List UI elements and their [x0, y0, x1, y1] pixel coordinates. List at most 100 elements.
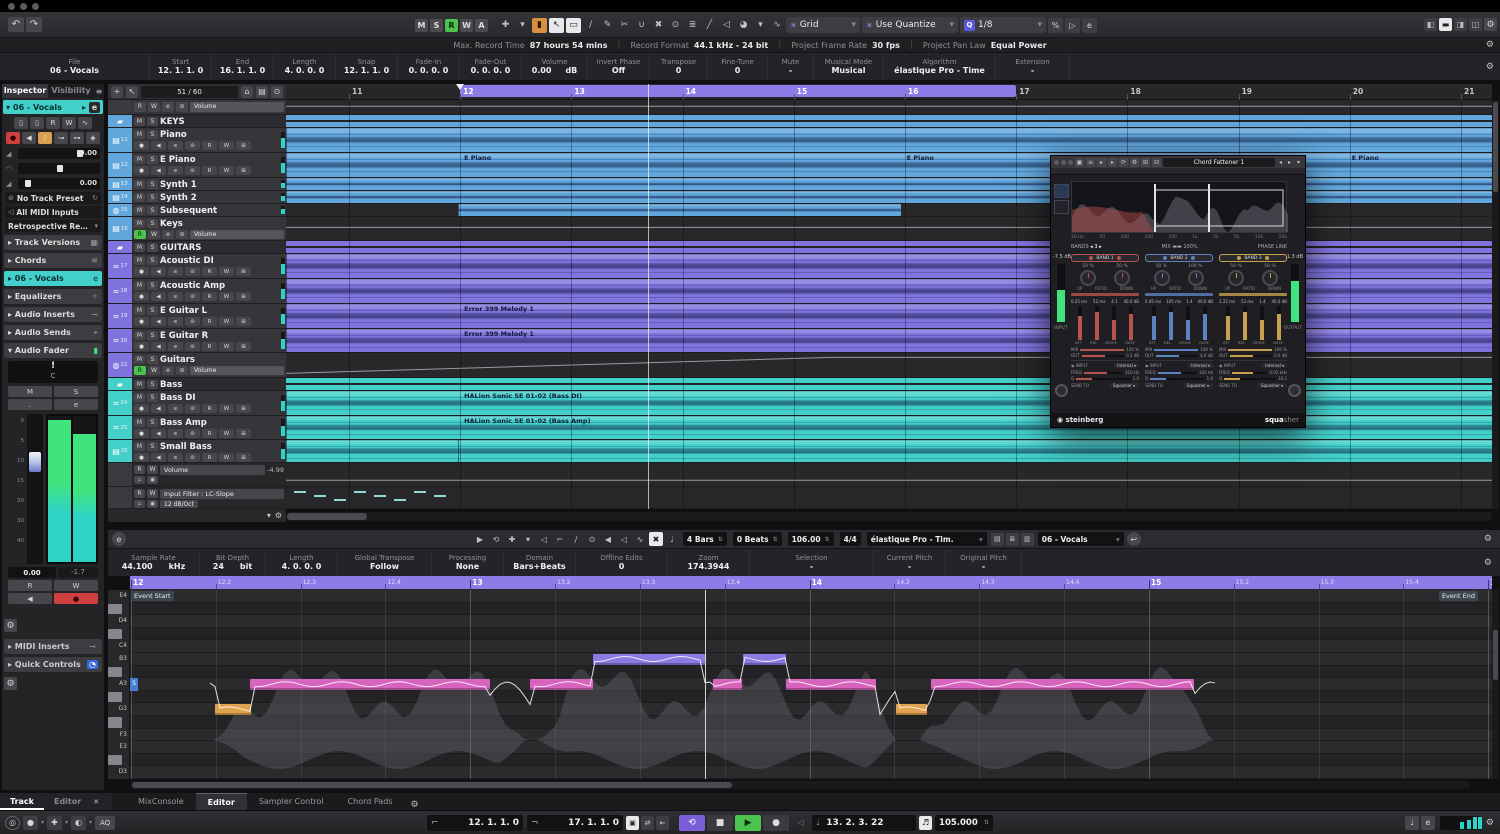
track-control-button[interactable]: ▯	[30, 117, 44, 129]
metronome-toggle[interactable]: ♩	[1404, 815, 1419, 830]
comp-tool[interactable]: ≣	[685, 18, 700, 33]
variaudio-segment[interactable]	[530, 678, 594, 691]
track-select-tool[interactable]: ↖	[126, 85, 138, 98]
find-track-button[interactable]: ⊙	[271, 85, 283, 98]
band-slider[interactable]	[1276, 306, 1281, 340]
mute-button[interactable]: M	[134, 355, 145, 364]
info-field-fine-tune[interactable]: Fine-Tune 0	[708, 53, 768, 80]
track-control-button[interactable]: e	[168, 166, 183, 175]
track-control-button[interactable]: ⊶	[70, 132, 84, 144]
track-control-button[interactable]: ⊞	[236, 317, 251, 326]
solo-button[interactable]: S	[147, 331, 158, 340]
mute-button[interactable]: M	[134, 219, 145, 228]
lz-info-domain[interactable]: Domain Bars+Beats	[504, 549, 576, 576]
track-control-button[interactable]: R	[202, 429, 217, 438]
retrospective-recording-field[interactable]: Retrospective Recording▾	[5, 220, 101, 232]
track-control-button[interactable]: ⊘	[185, 141, 200, 150]
hscroll-handle[interactable]	[287, 513, 367, 520]
track-control-button[interactable]: ◀	[151, 141, 166, 150]
playhead-position-field[interactable]: ♩ 13. 2. 3. 22	[812, 814, 917, 831]
lower-zone-tab-mixconsole[interactable]: MixConsole	[126, 793, 196, 810]
band-header[interactable]: BAND 3	[1219, 254, 1287, 262]
track-control-button[interactable]: R	[202, 317, 217, 326]
track-control-button[interactable]: e	[168, 404, 183, 413]
plugin-toolbar-icon[interactable]: ⟳	[1119, 157, 1128, 167]
vscroll-handle[interactable]	[1493, 102, 1498, 192]
mute-button[interactable]: M	[134, 130, 145, 139]
track-row-acoustic-di[interactable]: ≈17 M S Acoustic DI ● ◀ e ⊘ R W ⊞	[108, 254, 286, 279]
scrub-tool[interactable]: ◀	[601, 532, 615, 546]
solo-button[interactable]: S	[147, 442, 158, 451]
solo-button[interactable]: S	[147, 306, 158, 315]
editor-vscrollbar[interactable]	[1492, 590, 1499, 779]
track-control-button[interactable]: ⊞	[236, 404, 251, 413]
editor-edit-button[interactable]: e	[112, 532, 126, 546]
automation-parameter-field[interactable]: Input Filter : LC-Slope	[160, 488, 284, 499]
editor-field-1[interactable]: 0 Beats ⇅	[732, 532, 782, 546]
glue-tool[interactable]: ∪	[634, 18, 649, 33]
group-control-button[interactable]: ⊘	[176, 230, 188, 239]
cycle-button[interactable]: ⟲	[679, 814, 706, 831]
group-control-button[interactable]: W	[148, 230, 160, 239]
track-control-button[interactable]: ◀	[151, 429, 166, 438]
track-control-button[interactable]: e	[168, 141, 183, 150]
track-row-piano[interactable]: ▤ 11 M S Piano ● ◀ e ⊘ R W ⊞	[108, 128, 286, 153]
mute-button[interactable]: M	[134, 306, 145, 315]
track-control-button[interactable]: ◀	[151, 404, 166, 413]
track-view-button[interactable]: ▤	[256, 85, 268, 98]
automation-curve[interactable]	[286, 217, 1492, 240]
write-automation-button[interactable]: W	[54, 580, 98, 591]
band-slider[interactable]	[1128, 306, 1133, 340]
add-track-button[interactable]: +	[111, 85, 123, 98]
midi-note[interactable]	[294, 491, 306, 493]
zoom-tool[interactable]: ⊙	[585, 532, 599, 546]
automation-a-button[interactable]: A	[475, 18, 488, 32]
info-gear-icon[interactable]: ⚙	[1486, 62, 1494, 72]
inspector-section-audio-inserts[interactable]: ▸ Audio Inserts ⊸	[4, 307, 102, 322]
variaudio-segment[interactable]	[593, 653, 705, 666]
solo-button[interactable]: S	[147, 418, 158, 427]
solo-button[interactable]: S	[147, 193, 158, 202]
preset-next-icon[interactable]: ▸	[1286, 159, 1293, 166]
inspector-section-equalizers[interactable]: ▸ Equalizers ✧	[4, 289, 102, 304]
info-field-musical-mode[interactable]: Musical Mode Musical	[814, 53, 884, 80]
loop-audition[interactable]: ⟲	[489, 532, 503, 546]
inspector-track-header[interactable]: ▾ 06 - Vocals ▸ e	[3, 100, 103, 114]
track-control-button[interactable]: R	[202, 404, 217, 413]
automation-s-button[interactable]: S	[430, 18, 443, 32]
volume-slider[interactable]: 0.00	[18, 148, 100, 159]
snap-off[interactable]: ✖	[649, 532, 663, 546]
delay-slider[interactable]: 0.00	[18, 178, 100, 189]
independent-loop-button[interactable]: ↩	[1126, 532, 1141, 546]
editor-field-2[interactable]: 106.00 ⇅	[787, 532, 834, 546]
plugin-toolbar-icon[interactable]: ⊞	[1141, 157, 1150, 167]
editor-field-3[interactable]: 4/4	[839, 532, 861, 546]
up-knob[interactable]	[1080, 270, 1096, 286]
lz-info-current-pitch[interactable]: Current Pitch -	[874, 549, 946, 576]
spectrum-display[interactable]	[1071, 181, 1288, 233]
band-header[interactable]: BAND 1	[1071, 254, 1139, 262]
left-locator-field[interactable]: ⌐ 12. 1. 1. 0	[427, 814, 524, 831]
curve-tool[interactable]: ╱	[702, 18, 717, 33]
sc-input-select[interactable]: Internal ▾	[1262, 363, 1287, 368]
variaudio-segment[interactable]	[896, 703, 928, 716]
track-control-button[interactable]: ●	[134, 404, 149, 413]
track-row-guitars[interactable]: ◍ 22 M S Guitars R We ⊘ Volume	[108, 353, 286, 378]
plugin-toolbar-icon[interactable]: ▸	[1097, 157, 1106, 167]
audition-tool[interactable]: ◁	[719, 18, 734, 33]
auto-scroll[interactable]: ✚	[498, 18, 513, 33]
channel-fader[interactable]	[27, 414, 43, 564]
track-settings-gear-icon[interactable]: ⚙	[275, 511, 282, 520]
trim-tool[interactable]: ⌐	[553, 532, 567, 546]
quantize-edit[interactable]: e	[1082, 17, 1097, 33]
timeline-ruler[interactable]: 11 12 13 14 15 16 17 18 19 20 21	[286, 84, 1492, 100]
draw-tool[interactable]: ✎	[600, 18, 615, 33]
play-button[interactable]: ▶	[735, 814, 762, 831]
quantize-note[interactable]: ♩	[665, 532, 679, 546]
phase-link-control[interactable]: PHASE LINK	[1258, 244, 1287, 250]
band-slider[interactable]	[1225, 306, 1230, 340]
band-header[interactable]: BAND 2	[1145, 254, 1213, 262]
info-field-volume[interactable]: Volume 0.00 dB	[522, 53, 588, 80]
track-row-keys[interactable]: ▤ 16 M S Keys R We ⊘ Volume	[108, 217, 286, 241]
tab-setup-gear-icon[interactable]: ⚙	[411, 800, 419, 810]
